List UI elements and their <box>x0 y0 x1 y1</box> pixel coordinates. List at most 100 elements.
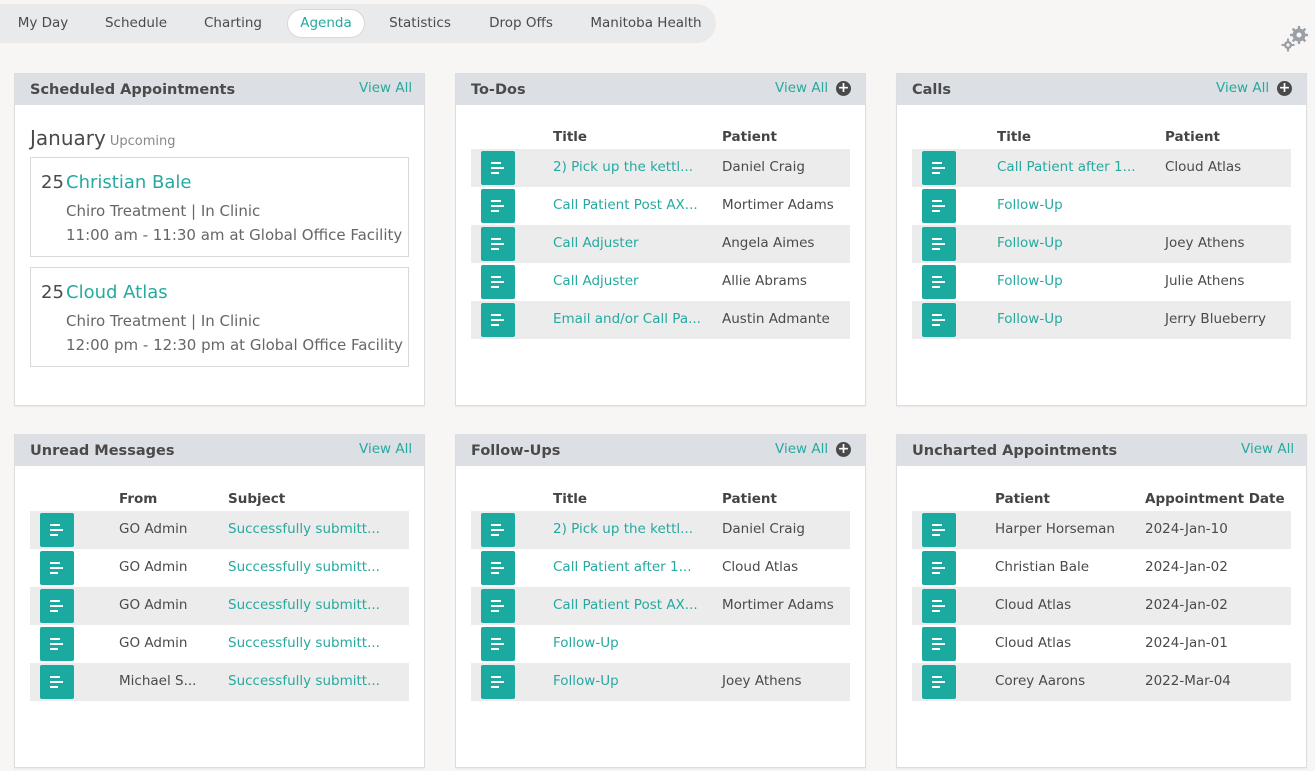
appointment-day: 25 <box>41 172 64 193</box>
column-header-title: Title <box>553 491 588 507</box>
cell-title[interactable]: Follow-Up <box>553 635 619 651</box>
open-item-button[interactable] <box>922 551 956 585</box>
appointment-patient-link[interactable]: Christian Bale <box>66 172 191 193</box>
table-row: GO Admin Successfully submitt... <box>30 625 409 663</box>
cell-title[interactable]: Follow-Up <box>997 235 1063 251</box>
cell-date: 2024-Jan-02 <box>1145 559 1228 575</box>
open-item-button[interactable] <box>40 589 74 623</box>
cell-title[interactable]: Call Adjuster <box>553 235 639 251</box>
open-item-button[interactable] <box>40 627 74 661</box>
open-item-button[interactable] <box>922 513 956 547</box>
document-lines-icon <box>932 314 945 326</box>
cell-patient: Angela Aimes <box>722 235 815 251</box>
open-item-button[interactable] <box>922 303 956 337</box>
view-all-link[interactable]: View All <box>359 441 412 457</box>
scheduled-appointments-panel: Scheduled Appointments View All January U… <box>14 73 425 406</box>
appointment-type: Chiro Treatment | In Clinic <box>66 202 261 220</box>
cell-patient: Joey Athens <box>1165 235 1245 251</box>
cell-patient: Cloud Atlas <box>995 635 1072 651</box>
cell-title[interactable]: Follow-Up <box>997 197 1063 213</box>
document-lines-icon <box>491 524 504 536</box>
gears-icon[interactable] <box>1281 25 1309 53</box>
open-item-button[interactable] <box>481 627 515 661</box>
cell-title[interactable]: Call Patient Post AX... <box>553 597 698 613</box>
open-item-button[interactable] <box>922 589 956 623</box>
appointment-card[interactable]: 25 Christian Bale Chiro Treatment | In C… <box>30 157 409 257</box>
plus-circle-icon[interactable]: + <box>836 442 851 457</box>
open-item-button[interactable] <box>481 227 515 261</box>
cell-title[interactable]: Call Patient after 1... <box>997 159 1135 175</box>
open-item-button[interactable] <box>481 151 515 185</box>
view-all-link[interactable]: View All <box>1241 441 1294 457</box>
cell-patient: Cloud Atlas <box>1165 159 1242 175</box>
cell-title[interactable]: 2) Pick up the kettl... <box>553 159 693 175</box>
table-row: GO Admin Successfully submitt... <box>30 511 409 549</box>
document-lines-icon <box>491 562 504 574</box>
open-item-button[interactable] <box>40 513 74 547</box>
cell-title[interactable]: Follow-Up <box>997 273 1063 289</box>
cell-subject[interactable]: Successfully submitt... <box>228 521 380 537</box>
view-all-link[interactable]: View All <box>775 80 828 96</box>
tab-charting[interactable]: Charting <box>196 9 270 38</box>
open-item-button[interactable] <box>922 151 956 185</box>
cell-title[interactable]: Follow-Up <box>553 673 619 689</box>
column-header-appointment-date: Appointment Date <box>1145 491 1285 507</box>
cell-title[interactable]: Call Adjuster <box>553 273 639 289</box>
open-item-button[interactable] <box>40 665 74 699</box>
tab-my-day[interactable]: My Day <box>8 9 78 38</box>
uncharted-appointments-panel: Uncharted Appointments View All Patient … <box>896 434 1307 768</box>
column-header-subject: Subject <box>228 491 286 507</box>
followups-table: Title Patient 2) Pick up the kettl... Dan… <box>471 483 850 701</box>
document-lines-icon <box>491 676 504 688</box>
open-item-button[interactable] <box>481 265 515 299</box>
panel-header: Calls View All + <box>897 74 1306 105</box>
follow-ups-panel: Follow-Ups View All + Title Patient 2) P… <box>455 434 866 768</box>
view-all-link[interactable]: View All <box>775 441 828 457</box>
cell-title[interactable]: Call Patient Post AX... <box>553 197 698 213</box>
open-item-button[interactable] <box>481 665 515 699</box>
open-item-button[interactable] <box>481 189 515 223</box>
cell-title[interactable]: Call Patient after 1... <box>553 559 691 575</box>
cell-title[interactable]: Follow-Up <box>997 311 1063 327</box>
tab-statistics[interactable]: Statistics <box>382 9 458 38</box>
cell-subject[interactable]: Successfully submitt... <box>228 559 380 575</box>
cell-title[interactable]: 2) Pick up the kettl... <box>553 521 693 537</box>
open-item-button[interactable] <box>481 513 515 547</box>
tab-drop-offs[interactable]: Drop Offs <box>480 9 562 38</box>
cell-patient: Austin Admante <box>722 311 830 327</box>
cell-subject[interactable]: Successfully submitt... <box>228 635 380 651</box>
table-row: Cloud Atlas 2024-Jan-01 <box>912 625 1291 663</box>
plus-circle-icon[interactable]: + <box>1277 81 1292 96</box>
open-item-button[interactable] <box>481 589 515 623</box>
table-row: Cloud Atlas 2024-Jan-02 <box>912 587 1291 625</box>
cell-patient: Harper Horseman <box>995 521 1115 537</box>
plus-circle-icon[interactable]: + <box>836 81 851 96</box>
view-all-link[interactable]: View All <box>1216 80 1269 96</box>
tab-schedule[interactable]: Schedule <box>98 9 174 38</box>
tab-agenda[interactable]: Agenda <box>287 9 365 38</box>
column-header-patient: Patient <box>722 491 777 507</box>
cell-title[interactable]: Email and/or Call Pa... <box>553 311 701 327</box>
view-all-link[interactable]: View All <box>359 80 412 96</box>
appointment-time: 11:00 am - 11:30 am at Global Office Fac… <box>66 226 403 244</box>
table-row: Follow-Up Joey Athens <box>471 663 850 701</box>
open-item-button[interactable] <box>481 303 515 337</box>
todos-table: Title Patient 2) Pick up the kettl... Dan… <box>471 121 850 339</box>
open-item-button[interactable] <box>40 551 74 585</box>
open-item-button[interactable] <box>922 265 956 299</box>
cell-subject[interactable]: Successfully submitt... <box>228 673 380 689</box>
tab-manitoba-health[interactable]: Manitoba Health <box>584 9 708 38</box>
open-item-button[interactable] <box>922 227 956 261</box>
open-item-button[interactable] <box>922 189 956 223</box>
appointment-patient-link[interactable]: Cloud Atlas <box>66 282 168 303</box>
table-row: Call Patient Post AX... Mortimer Adams <box>471 587 850 625</box>
table-row: Call Adjuster Angela Aimes <box>471 225 850 263</box>
open-item-button[interactable] <box>922 665 956 699</box>
table-row: Follow-Up Jerry Blueberry <box>912 301 1291 339</box>
appointment-card[interactable]: 25 Cloud Atlas Chiro Treatment | In Clin… <box>30 267 409 367</box>
cell-subject[interactable]: Successfully submitt... <box>228 597 380 613</box>
uncharted-table: Patient Appointment Date Harper Horseman… <box>912 483 1291 701</box>
table-row: Call Patient after 1... Cloud Atlas <box>471 549 850 587</box>
open-item-button[interactable] <box>922 627 956 661</box>
open-item-button[interactable] <box>481 551 515 585</box>
